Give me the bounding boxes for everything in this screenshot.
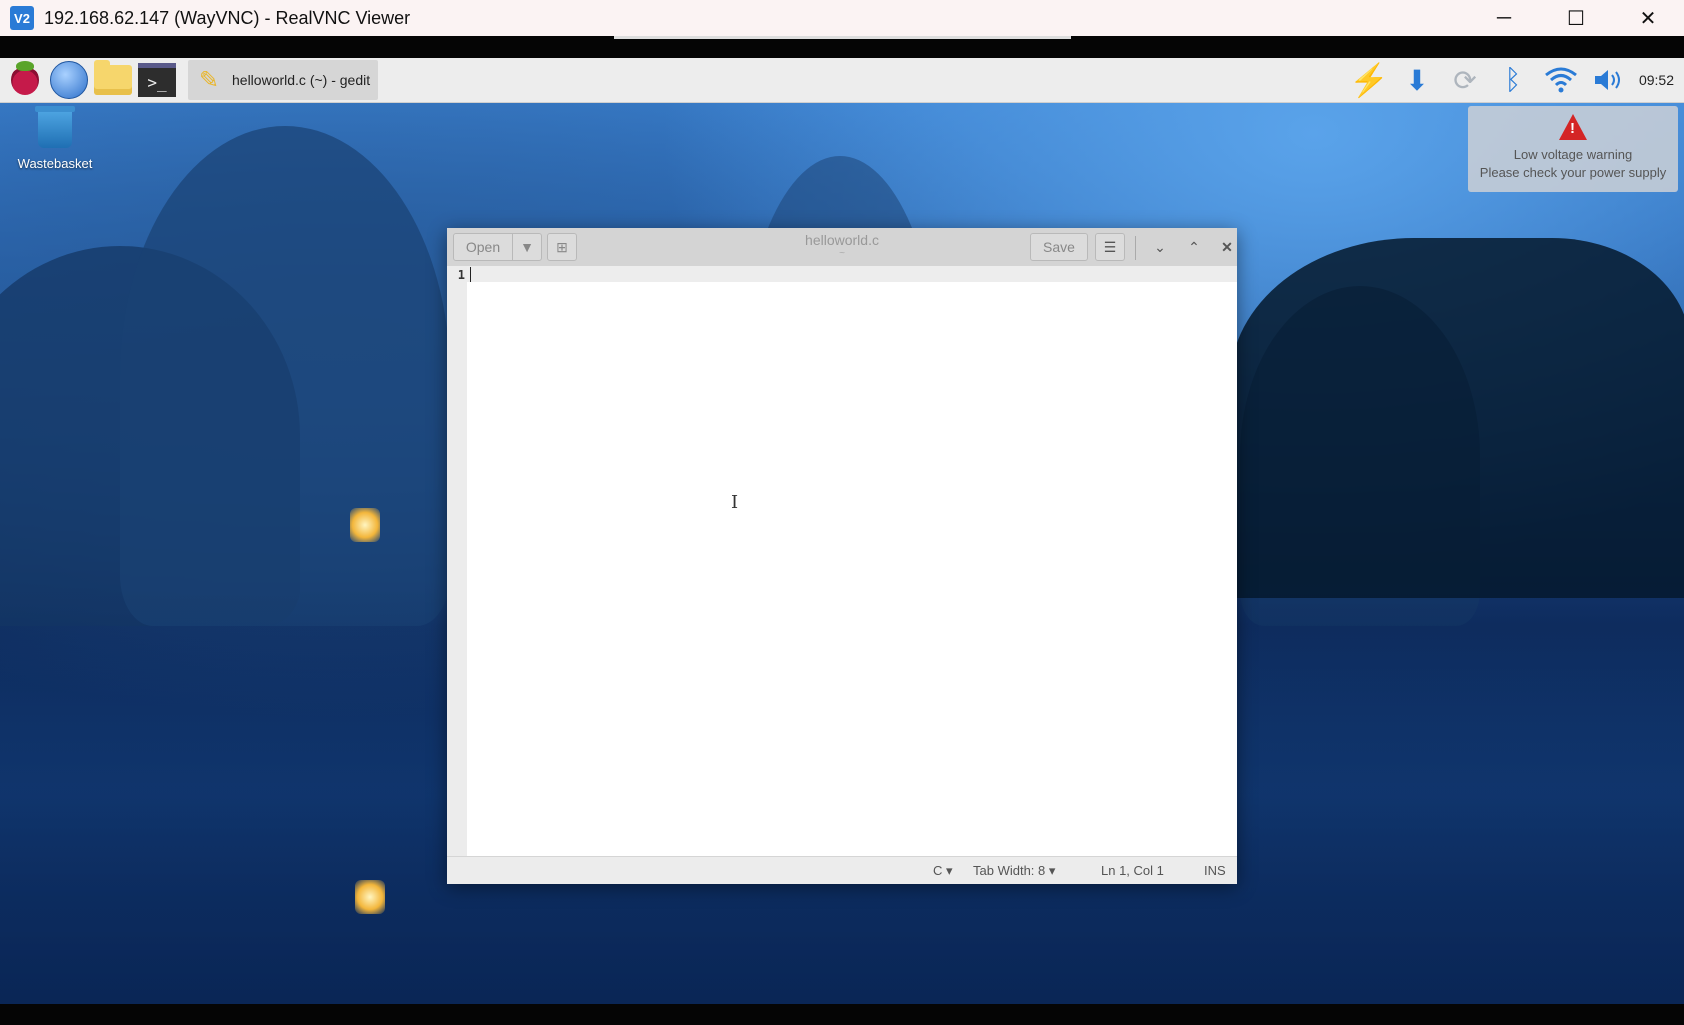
- gedit-status-bar: C ▾ Tab Width: 8 ▾ Ln 1, Col 1 INS: [447, 856, 1237, 884]
- remote-desktop[interactable]: >_ ✎ helloworld.c (~) - gedit ⚡ ⬇ ⟳ ᛒ 09…: [0, 58, 1684, 1004]
- minimize-window-button[interactable]: ─: [1468, 0, 1540, 36]
- gedit-maximize-button[interactable]: ⌃: [1182, 236, 1206, 258]
- tab-width-selector[interactable]: Tab Width: 8 ▾: [973, 863, 1055, 879]
- wifi-icon[interactable]: [1537, 58, 1585, 102]
- hamburger-menu-icon: ☰: [1103, 238, 1117, 255]
- gedit-header-bar[interactable]: Open ▼ ⊞ helloworld.c ~ Save ☰ ⌄ ⌃ ✕: [447, 228, 1237, 267]
- wastebasket-desktop-icon[interactable]: Wastebasket: [10, 106, 100, 171]
- raspberry-pi-menu-icon: [11, 61, 39, 95]
- download-updates-icon[interactable]: ⬇: [1393, 58, 1441, 102]
- language-selector[interactable]: C ▾: [933, 863, 953, 879]
- wallpaper-mountain: [120, 125, 450, 626]
- notification-message: Please check your power supply: [1479, 165, 1667, 180]
- wallpaper-lantern: [350, 508, 380, 542]
- desktop-taskbar: >_ ✎ helloworld.c (~) - gedit ⚡ ⬇ ⟳ ᛒ 09…: [0, 58, 1684, 103]
- low-voltage-notification[interactable]: ! Low voltage warning Please check your …: [1468, 106, 1678, 192]
- terminal-button[interactable]: >_: [138, 61, 176, 99]
- network-sync-icon[interactable]: ⟳: [1441, 58, 1489, 102]
- hamburger-menu-button[interactable]: ☰: [1095, 233, 1125, 261]
- vnc-toolbar-strip: [0, 36, 1684, 58]
- save-button[interactable]: Save: [1030, 233, 1088, 261]
- taskbar-item-gedit[interactable]: ✎ helloworld.c (~) - gedit: [188, 60, 378, 100]
- window-title: 192.168.62.147 (WayVNC) - RealVNC Viewer: [44, 7, 411, 28]
- web-browser-button[interactable]: [50, 61, 88, 99]
- close-window-button[interactable]: ✕: [1612, 0, 1684, 36]
- taskbar-item-label: helloworld.c (~) - gedit: [232, 72, 371, 88]
- wastebasket-icon: [35, 106, 75, 148]
- open-button[interactable]: Open: [453, 233, 513, 261]
- header-separator: [1135, 236, 1136, 260]
- line-number-gutter: [447, 266, 467, 856]
- window-controls: ─ ☐ ✕: [1468, 0, 1684, 36]
- terminal-icon: >_: [138, 63, 176, 97]
- bluetooth-icon[interactable]: ᛒ: [1489, 58, 1537, 102]
- open-dropdown-button[interactable]: ▼: [512, 233, 542, 261]
- maximize-window-button[interactable]: ☐: [1540, 0, 1612, 36]
- cursor-position[interactable]: Ln 1, Col 1: [1101, 863, 1164, 878]
- chevron-down-icon: ▼: [520, 239, 534, 255]
- lightning-bolt-icon[interactable]: ⚡: [1345, 58, 1393, 102]
- new-tab-icon: ⊞: [556, 238, 568, 255]
- text-editor-area[interactable]: I: [467, 282, 1237, 856]
- file-manager-icon: [94, 60, 132, 95]
- realvnc-logo-icon: V2: [10, 6, 34, 30]
- vnc-bottom-bar: [0, 1004, 1684, 1025]
- wallpaper-trees: [1230, 238, 1684, 598]
- insert-mode-indicator: INS: [1204, 863, 1226, 878]
- file-manager-button[interactable]: [94, 60, 132, 99]
- system-tray: ⚡ ⬇ ⟳ ᛒ 09:52: [1345, 58, 1674, 102]
- ibeam-cursor-icon: I: [731, 492, 739, 513]
- warning-icon: !: [1559, 114, 1587, 140]
- volume-icon[interactable]: [1585, 58, 1633, 102]
- gedit-close-button[interactable]: ✕: [1215, 236, 1239, 258]
- raspberry-pi-menu-button[interactable]: [6, 61, 44, 99]
- text-caret: [470, 267, 471, 282]
- gedit-window: Open ▼ ⊞ helloworld.c ~ Save ☰ ⌄ ⌃ ✕ 1 I: [447, 228, 1237, 884]
- wallpaper-lantern-reflection: [355, 880, 385, 914]
- new-tab-button[interactable]: ⊞: [547, 233, 577, 261]
- web-browser-icon: [50, 61, 88, 99]
- current-line-highlight: [467, 266, 1237, 282]
- wastebasket-label: Wastebasket: [17, 156, 93, 171]
- clock[interactable]: 09:52: [1639, 72, 1674, 88]
- pencil-icon: ✎: [198, 66, 220, 94]
- document-path: ~: [839, 248, 845, 259]
- line-number: 1: [457, 268, 465, 282]
- gedit-minimize-button[interactable]: ⌄: [1148, 236, 1172, 258]
- notification-title: Low voltage warning: [1513, 147, 1633, 162]
- vnc-title-bar: V2 192.168.62.147 (WayVNC) - RealVNC Vie…: [0, 0, 1684, 36]
- vnc-toolbar-handle[interactable]: [614, 36, 1071, 39]
- document-title: helloworld.c: [805, 232, 879, 248]
